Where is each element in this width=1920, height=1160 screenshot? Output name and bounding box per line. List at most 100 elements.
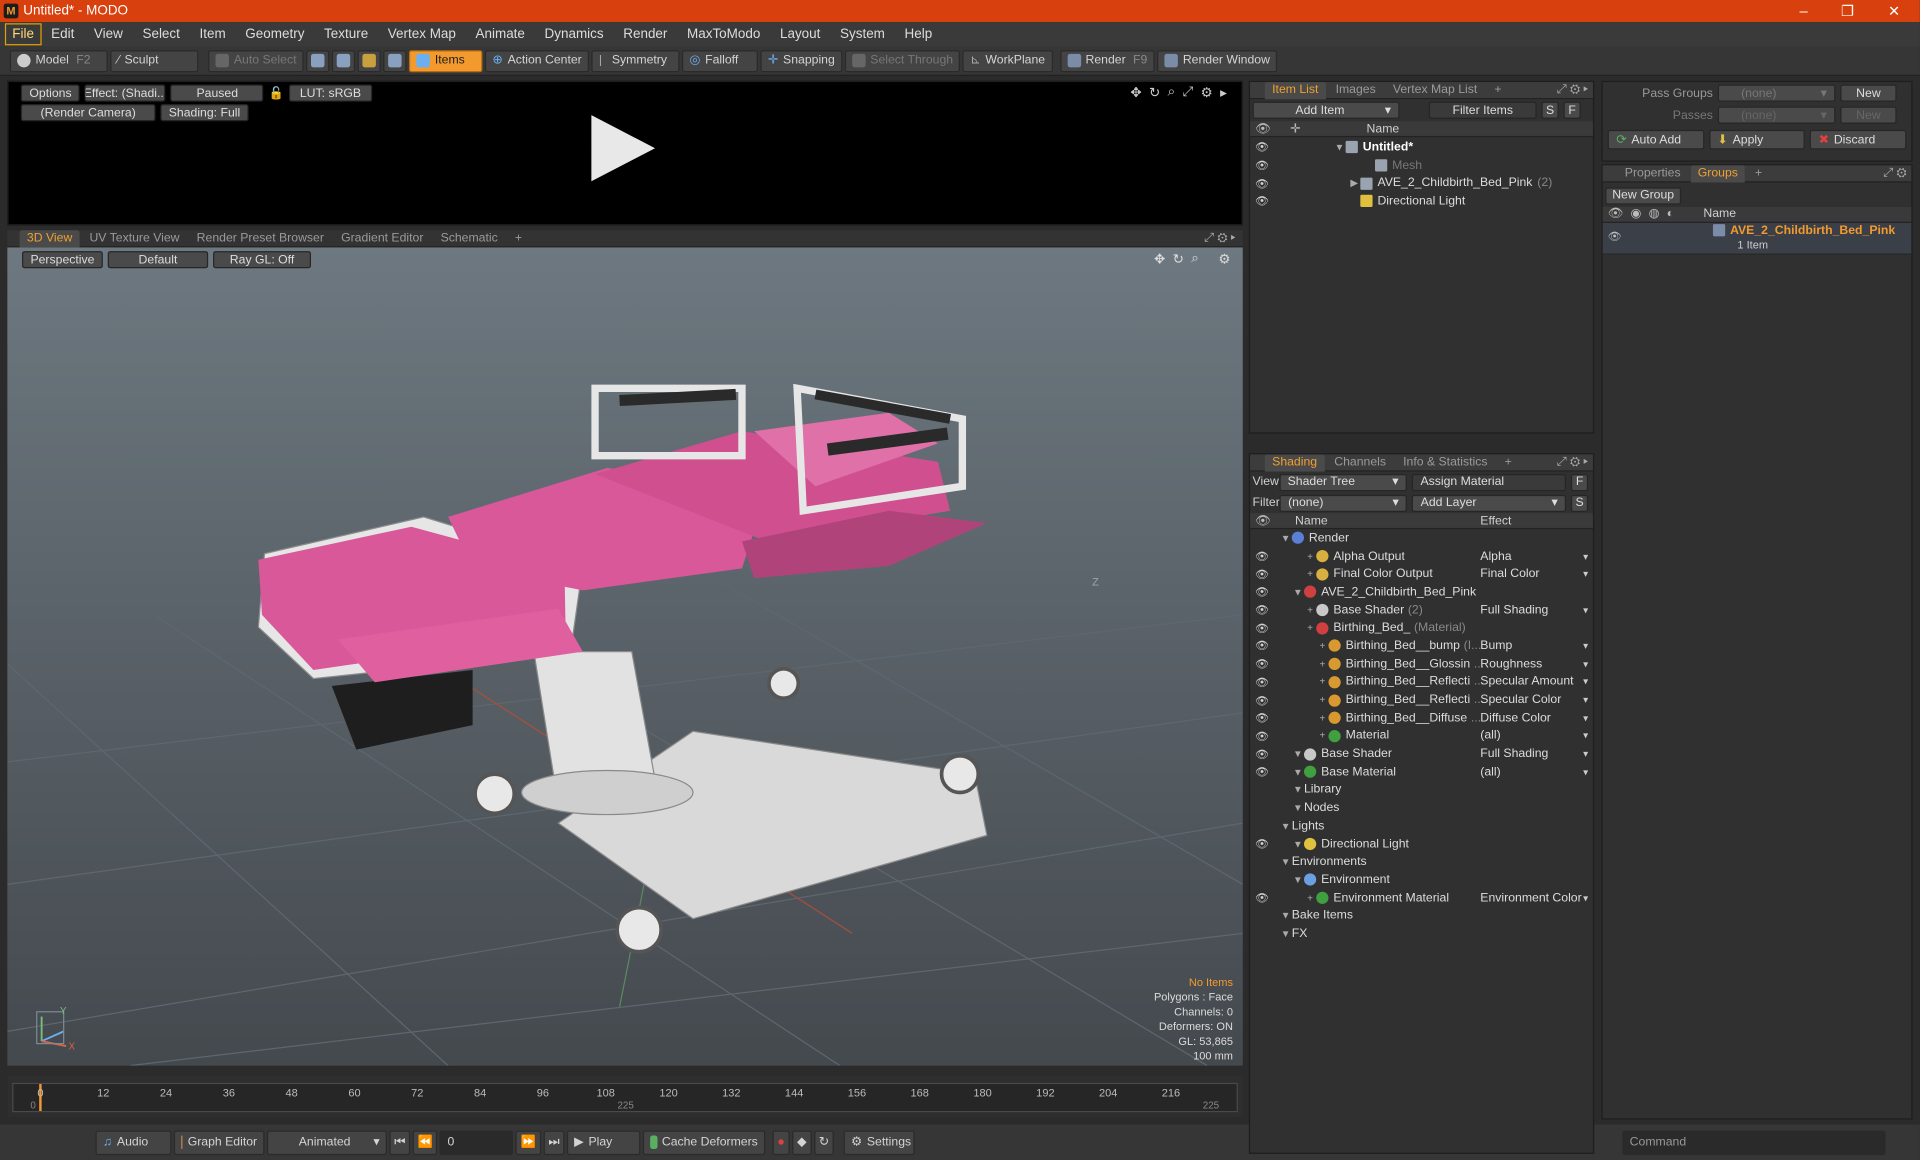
menu-view[interactable]: View xyxy=(84,24,133,44)
tab-3d-view[interactable]: 3D View xyxy=(19,229,80,247)
view-tabs-controls-icon[interactable]: ⤢ ⚙ ▸ xyxy=(1204,232,1235,245)
shader-expand-icon[interactable]: ▼ xyxy=(1292,803,1304,814)
maximize-button[interactable]: ❐ xyxy=(1827,0,1869,22)
go-to-end-button[interactable]: ⏭ xyxy=(543,1129,565,1155)
sculpt-button[interactable]: ⁄ Sculpt xyxy=(110,49,199,72)
next-key-button[interactable]: ⏩ xyxy=(516,1129,542,1155)
shader-visibility-icon[interactable]: 👁 xyxy=(1255,550,1269,562)
expand-arrow-icon[interactable]: ▶ xyxy=(1348,178,1360,189)
audio-button[interactable]: ♫ Audio xyxy=(95,1129,172,1155)
polygons-mode-button[interactable] xyxy=(357,49,381,72)
shading-filter-dropdown[interactable]: (none) ▾ xyxy=(1279,494,1408,512)
paused-button[interactable]: Paused xyxy=(170,84,264,102)
shader-expand-icon[interactable]: ▼ xyxy=(1292,874,1304,885)
tab-images[interactable]: Images xyxy=(1328,81,1383,98)
shader-expand-icon[interactable]: + xyxy=(1304,569,1316,580)
effect-dropdown-icon[interactable]: ▾ xyxy=(1583,605,1588,616)
menu-geometry[interactable]: Geometry xyxy=(236,24,315,44)
shader-expand-icon[interactable]: ▼ xyxy=(1279,820,1291,831)
play-preview-icon[interactable] xyxy=(591,115,656,182)
zoom-icon[interactable]: ⌕ xyxy=(1168,85,1176,101)
shader-visibility-icon[interactable]: 👁 xyxy=(1255,892,1269,904)
render-button[interactable]: Render F9 xyxy=(1059,49,1155,72)
gear-icon[interactable]: ⚙ xyxy=(1201,85,1213,101)
group-visibility-icon[interactable]: 👁 xyxy=(1608,230,1622,243)
shader-expand-icon[interactable]: + xyxy=(1304,605,1316,616)
snapping-button[interactable]: ✛ Snapping xyxy=(760,49,843,72)
shader-visibility-icon[interactable]: 👁 xyxy=(1255,604,1269,616)
shader-tree-row[interactable]: 👁 + Birthing_Bed_ (Material) xyxy=(1250,619,1593,637)
new-group-button[interactable]: New Group xyxy=(1605,186,1682,204)
shader-tree-row[interactable]: ▼ Bake Items xyxy=(1250,907,1593,925)
shader-visibility-icon[interactable]: 👁 xyxy=(1255,658,1269,670)
shader-visibility-icon[interactable]: 👁 xyxy=(1255,676,1269,688)
menu-help[interactable]: Help xyxy=(895,24,942,44)
shader-visibility-icon[interactable]: 👁 xyxy=(1255,694,1269,706)
effect-dropdown-icon[interactable]: ▾ xyxy=(1583,749,1588,760)
visibility-toggle-icon[interactable]: 👁 xyxy=(1255,141,1269,153)
shader-expand-icon[interactable]: ▼ xyxy=(1279,928,1291,939)
menu-select[interactable]: Select xyxy=(133,24,190,44)
shader-tree-row[interactable]: 👁 + Material (all) ▾ xyxy=(1250,727,1593,745)
shader-expand-icon[interactable]: ▼ xyxy=(1292,749,1304,760)
shader-visibility-icon[interactable]: 👁 xyxy=(1255,640,1269,652)
maximize-icon[interactable]: ⤢ xyxy=(1183,85,1194,101)
effect-dropdown-icon[interactable]: ▾ xyxy=(1583,659,1588,670)
vertices-mode-button[interactable] xyxy=(306,49,330,72)
shader-visibility-icon[interactable]: 👁 xyxy=(1255,766,1269,778)
shader-expand-icon[interactable]: ▼ xyxy=(1292,767,1304,778)
shader-tree-row[interactable]: ▼ Lights xyxy=(1250,817,1593,835)
tab-render-preset-browser[interactable]: Render Preset Browser xyxy=(189,230,331,247)
menu-layout[interactable]: Layout xyxy=(770,24,830,44)
shader-expand-icon[interactable]: + xyxy=(1316,641,1328,652)
shading-f-button[interactable]: F xyxy=(1571,473,1589,491)
add-layer-dropdown[interactable]: Add Layer ▾ xyxy=(1412,494,1567,512)
filter-f-button[interactable]: F xyxy=(1563,101,1581,119)
menu-file[interactable]: File xyxy=(4,23,42,46)
shader-tree-row[interactable]: ▼ Environments xyxy=(1250,853,1593,871)
menu-dynamics[interactable]: Dynamics xyxy=(535,24,614,44)
shader-expand-icon[interactable]: ▼ xyxy=(1279,856,1291,867)
shading-panel-controls-icon[interactable]: ⤢ ⚙ ▸ xyxy=(1557,456,1588,469)
shader-expand-icon[interactable]: + xyxy=(1316,713,1328,724)
shader-tree-row[interactable]: 👁 + Birthing_Bed__Reflecti... Specular Colo… xyxy=(1250,691,1593,709)
menu-system[interactable]: System xyxy=(830,24,895,44)
rotate-icon[interactable]: ↻ xyxy=(1149,85,1160,101)
shader-visibility-icon[interactable]: 👁 xyxy=(1255,712,1269,724)
menu-vertex-map[interactable]: Vertex Map xyxy=(378,24,466,44)
model-button[interactable]: Model F2 xyxy=(9,49,108,72)
close-button[interactable]: ✕ xyxy=(1873,0,1915,22)
new-pass-button[interactable]: New xyxy=(1840,106,1897,124)
record-button[interactable]: ● xyxy=(772,1129,790,1155)
go-to-start-button[interactable]: ⏮ xyxy=(389,1129,411,1155)
effect-dropdown-icon[interactable]: ▾ xyxy=(1583,641,1588,652)
tab-schematic[interactable]: Schematic xyxy=(433,230,505,247)
shader-tree-dropdown[interactable]: Shader Tree ▾ xyxy=(1279,473,1407,491)
shader-visibility-icon[interactable]: 👁 xyxy=(1255,730,1269,742)
arrow-right-icon[interactable]: ▸ xyxy=(1220,85,1227,101)
action-center-button[interactable]: ⊕ Action Center xyxy=(485,49,590,72)
effect-dropdown-icon[interactable]: ▾ xyxy=(1583,569,1588,580)
shader-tree-row[interactable]: 👁 ▼ AVE_2_Childbirth_Bed_Pink xyxy=(1250,583,1593,601)
tab-gradient-editor[interactable]: Gradient Editor xyxy=(334,230,431,247)
shader-tree-row[interactable]: 👁 ▼ Base Shader Full Shading ▾ xyxy=(1250,745,1593,763)
lock-icon[interactable]: 🔓 xyxy=(269,86,284,99)
menu-animate[interactable]: Animate xyxy=(466,24,535,44)
add-shading-tab-icon[interactable]: + xyxy=(1497,454,1519,471)
shader-tree-row[interactable]: 👁 + Birthing_Bed__bump (I... Bump ▾ xyxy=(1250,637,1593,655)
play-button[interactable]: ▶ Play xyxy=(566,1129,641,1155)
shading-s-button[interactable]: S xyxy=(1571,494,1589,512)
tab-shading[interactable]: Shading xyxy=(1264,453,1325,471)
current-frame-field[interactable]: 0 xyxy=(440,1129,514,1155)
menu-render[interactable]: Render xyxy=(613,24,677,44)
menu-item[interactable]: Item xyxy=(190,24,236,44)
items-button[interactable]: Items xyxy=(409,49,483,72)
settings-button[interactable]: ⚙ Settings xyxy=(843,1129,915,1155)
shader-tree-row[interactable]: ▼ Render xyxy=(1250,529,1593,547)
expand-arrow-icon[interactable]: ▼ xyxy=(1333,142,1345,153)
render-camera-dropdown[interactable]: (Render Camera) xyxy=(20,104,156,122)
timeline[interactable]: 0 225 225 0 12 24 36 48 60 72 84 96 108 120 132 144 1… xyxy=(7,1075,1243,1118)
minimize-button[interactable]: – xyxy=(1783,0,1825,22)
effect-dropdown-icon[interactable]: ▾ xyxy=(1583,892,1588,903)
effect-dropdown-icon[interactable]: ▾ xyxy=(1583,695,1588,706)
